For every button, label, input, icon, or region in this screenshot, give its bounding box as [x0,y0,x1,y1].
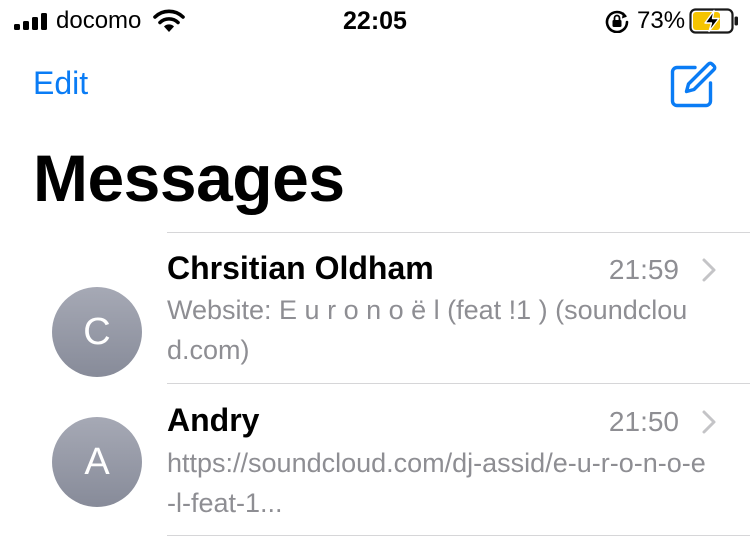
chevron-right-icon [702,410,716,434]
list-divider [167,535,750,536]
avatar: A [52,417,142,507]
avatar: C [52,287,142,377]
status-bar: docomo 22:05 73% [0,0,750,44]
page-title: Messages [33,141,345,215]
contact-name: Chrsitian Oldham [167,250,434,286]
edit-button[interactable]: Edit [33,64,88,102]
battery-charging-icon [689,8,738,34]
message-time: 21:59 [608,254,679,285]
message-preview: https://soundcloud.com/dj-assid/e-u-r-o-… [167,448,706,518]
conversation-row[interactable]: A Andry 21:50 https://soundcloud.com/dj-… [0,384,750,534]
conversation-row[interactable]: C Chrsitian Oldham 21:59 Website: E u r … [0,233,750,383]
contact-name: Andry [167,402,260,438]
battery-percent: 73% [637,7,686,34]
orientation-lock-icon [605,10,629,33]
message-preview: Website: E u r o n o ë l (feat !1 ) (sou… [167,295,688,365]
chevron-right-icon [702,258,716,282]
messages-screen: docomo 22:05 73% Edit Messages C Chrsiti… [0,0,750,546]
compose-icon[interactable] [668,60,718,110]
message-time: 21:50 [608,406,679,437]
